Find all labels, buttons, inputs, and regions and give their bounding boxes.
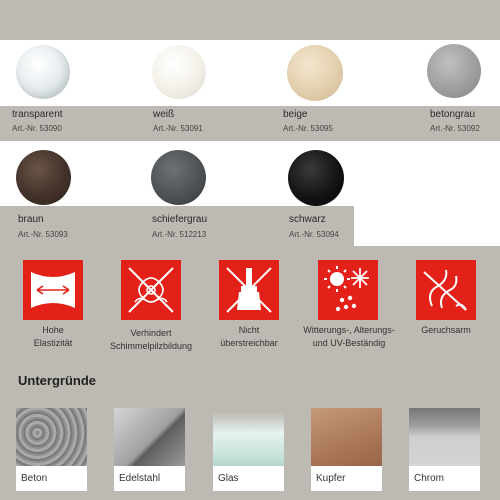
color-name-schiefergrau: schiefergrau bbox=[152, 214, 208, 225]
swatch-braun bbox=[16, 150, 71, 205]
color-row-1-band bbox=[0, 40, 500, 106]
color-art-weiss: Art.-Nr. 53091 bbox=[153, 124, 203, 133]
substrate-label-glas: Glas bbox=[213, 466, 284, 491]
substrate-label-kupfer: Kupfer bbox=[311, 466, 382, 491]
color-art-betongrau: Art.-Nr. 53092 bbox=[430, 124, 480, 133]
feature-label-weather: Witterungs-, Alterungs- und UV-Beständig bbox=[303, 325, 395, 348]
weather-uv-icon bbox=[318, 260, 378, 320]
swatch-schwarz bbox=[288, 150, 344, 206]
substrate-kupfer: Kupfer bbox=[311, 408, 382, 491]
swatch-betongrau bbox=[427, 44, 481, 98]
feature-label-elasticity: Hohe Elastizität bbox=[33, 325, 73, 348]
color-art-beige: Art.-Nr. 53095 bbox=[283, 124, 333, 133]
swatch-weiss bbox=[152, 45, 206, 99]
substrate-beton: Beton bbox=[16, 408, 87, 491]
low-odour-icon bbox=[416, 260, 476, 320]
feature-label-paint: Nicht überstreichbar bbox=[220, 325, 278, 348]
color-art-braun: Art.-Nr. 53093 bbox=[18, 230, 68, 239]
feature-label-odour: Geruchsarm bbox=[421, 325, 471, 335]
substrate-chrom: Chrom bbox=[409, 408, 480, 491]
swatch-transparent bbox=[16, 45, 70, 99]
color-name-braun: braun bbox=[18, 214, 44, 225]
substrate-label-beton: Beton bbox=[16, 466, 87, 491]
color-name-transparent: transparent bbox=[12, 109, 63, 120]
color-art-schwarz: Art.-Nr. 53094 bbox=[289, 230, 339, 239]
color-art-transparent: Art.-Nr. 53090 bbox=[12, 124, 62, 133]
substrate-label-chrom: Chrom bbox=[409, 466, 480, 491]
swatch-beige bbox=[287, 45, 343, 101]
substrates-heading: Untergründe bbox=[18, 373, 96, 388]
feature-label-mould: Verhindert Schimmelpilzbildung bbox=[109, 328, 193, 351]
no-mould-icon bbox=[121, 260, 181, 320]
swatch-schiefergrau bbox=[151, 150, 206, 205]
color-name-beige: beige bbox=[283, 109, 308, 120]
color-name-schwarz: schwarz bbox=[289, 214, 326, 225]
substrate-edelstahl: Edelstahl bbox=[114, 408, 185, 491]
no-paint-brush-icon bbox=[219, 260, 279, 320]
color-name-betongrau: betongrau bbox=[430, 109, 476, 120]
elasticity-arrows-icon bbox=[23, 260, 83, 320]
substrate-glas: Glas bbox=[213, 408, 284, 491]
color-name-weiss: weiß bbox=[153, 109, 175, 120]
substrate-label-edelstahl: Edelstahl bbox=[114, 466, 185, 491]
empty-swatch-area bbox=[354, 141, 500, 246]
color-art-schiefergrau: Art.-Nr. 512213 bbox=[152, 230, 207, 239]
